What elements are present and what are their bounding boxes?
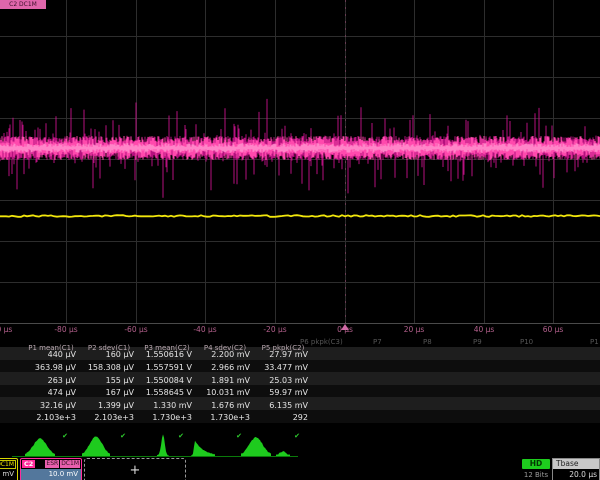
measurement-header[interactable]: P3 mean(C2)	[138, 344, 196, 353]
histicon-thumbnail[interactable]	[157, 434, 169, 456]
measurement-row: 474 µV167 µV1.558645 V10.031 mV59.97 mV	[0, 385, 600, 398]
bottom-bar: DC1M 10.0 mV C2 ESR DC1M 10.0 mV + HD 12…	[0, 458, 600, 480]
c1-scale-value: 10.0 mV	[0, 469, 17, 480]
measurement-status-row: ✔✔✔✔✔	[0, 423, 600, 432]
measurement-row: 263 µV155 µV1.550084 V1.891 mV25.03 mV	[0, 372, 600, 385]
measurement-header[interactable]: P2 sdev(C1)	[80, 344, 138, 353]
measurement-header-inactive[interactable]: P6 pkpk(C3)	[300, 338, 343, 347]
measurement-header[interactable]: P1 mean(C1)	[22, 344, 80, 353]
channel-c1-descriptor[interactable]: DC1M 10.0 mV	[0, 458, 18, 480]
hd-bits-label: 12 Bits	[516, 471, 556, 479]
measurement-header[interactable]: P4 sdev(C2)	[196, 344, 254, 353]
trigger-position-marker[interactable]	[341, 324, 349, 330]
timebase-descriptor[interactable]: Tbase 20.0 µs	[552, 458, 600, 480]
waveform-grid	[0, 0, 600, 324]
c2-scale-value: 10.0 mV	[21, 469, 81, 480]
time-tick-label: -40 µs	[193, 325, 216, 334]
measurement-row: 2.103e+32.103e+31.730e+31.730e+3292	[0, 410, 600, 423]
measurement-header-inactive[interactable]: P7	[373, 338, 382, 347]
histicon-thumbnail[interactable]	[276, 451, 290, 456]
measurement-table: P1 mean(C1)P2 sdev(C1)P3 mean(C2)P4 sdev…	[0, 338, 600, 432]
measurement-histicons[interactable]	[0, 432, 600, 458]
measurement-row: 363.98 µV158.308 µV1.557591 V2.966 mV33.…	[0, 360, 600, 373]
timebase-label: Tbase	[553, 459, 599, 469]
trace-annotation-badge[interactable]: C2 DC1M	[0, 0, 46, 9]
oscilloscope-screen: C2 DC1M 00 µs-80 µs-60 µs-40 µs-20 µs0 µ…	[0, 0, 600, 480]
measurement-header-inactive[interactable]: P8	[423, 338, 432, 347]
measurement-rows: 440 µV160 µV1.550616 V2.200 mV27.97 mV36…	[0, 347, 600, 423]
measurement-header-row: P1 mean(C1)P2 sdev(C1)P3 mean(C2)P4 sdev…	[0, 338, 600, 347]
measurement-header-inactive[interactable]: P1	[590, 338, 599, 347]
measurement-row: 32.16 µV1.399 µV1.330 mV1.676 mV6.135 mV	[0, 397, 600, 410]
add-trace-button[interactable]: +	[84, 458, 186, 480]
measurement-header-inactive[interactable]: P10	[520, 338, 533, 347]
time-tick-label: 00 µs	[0, 325, 12, 334]
time-axis: 00 µs-80 µs-60 µs-40 µs-20 µs0 µs20 µs40…	[0, 323, 600, 338]
time-tick-label: 40 µs	[474, 325, 495, 334]
c1-coupling-badge: DC1M	[0, 460, 16, 469]
c2-esr-badge: ESR	[45, 460, 59, 468]
time-tick-label: -60 µs	[124, 325, 147, 334]
histicon-thumbnail[interactable]	[25, 438, 55, 456]
timebase-value: 20.0 µs	[553, 469, 599, 480]
time-tick-label: -20 µs	[263, 325, 286, 334]
histicon-thumbnail[interactable]	[82, 436, 110, 456]
measurement-header-inactive[interactable]: P9	[473, 338, 482, 347]
channel-c2-descriptor[interactable]: C2 ESR DC1M 10.0 mV	[20, 458, 82, 480]
histicon-thumbnail[interactable]	[241, 437, 271, 456]
time-tick-label: -80 µs	[54, 325, 77, 334]
c2-name-badge: C2	[22, 460, 35, 468]
time-tick-label: 60 µs	[543, 325, 564, 334]
hd-mode-badge[interactable]: HD	[522, 459, 550, 469]
c2-coupling-badge: DC1M	[60, 460, 80, 468]
time-tick-label: 20 µs	[404, 325, 425, 334]
histicon-thumbnail[interactable]	[191, 441, 215, 456]
